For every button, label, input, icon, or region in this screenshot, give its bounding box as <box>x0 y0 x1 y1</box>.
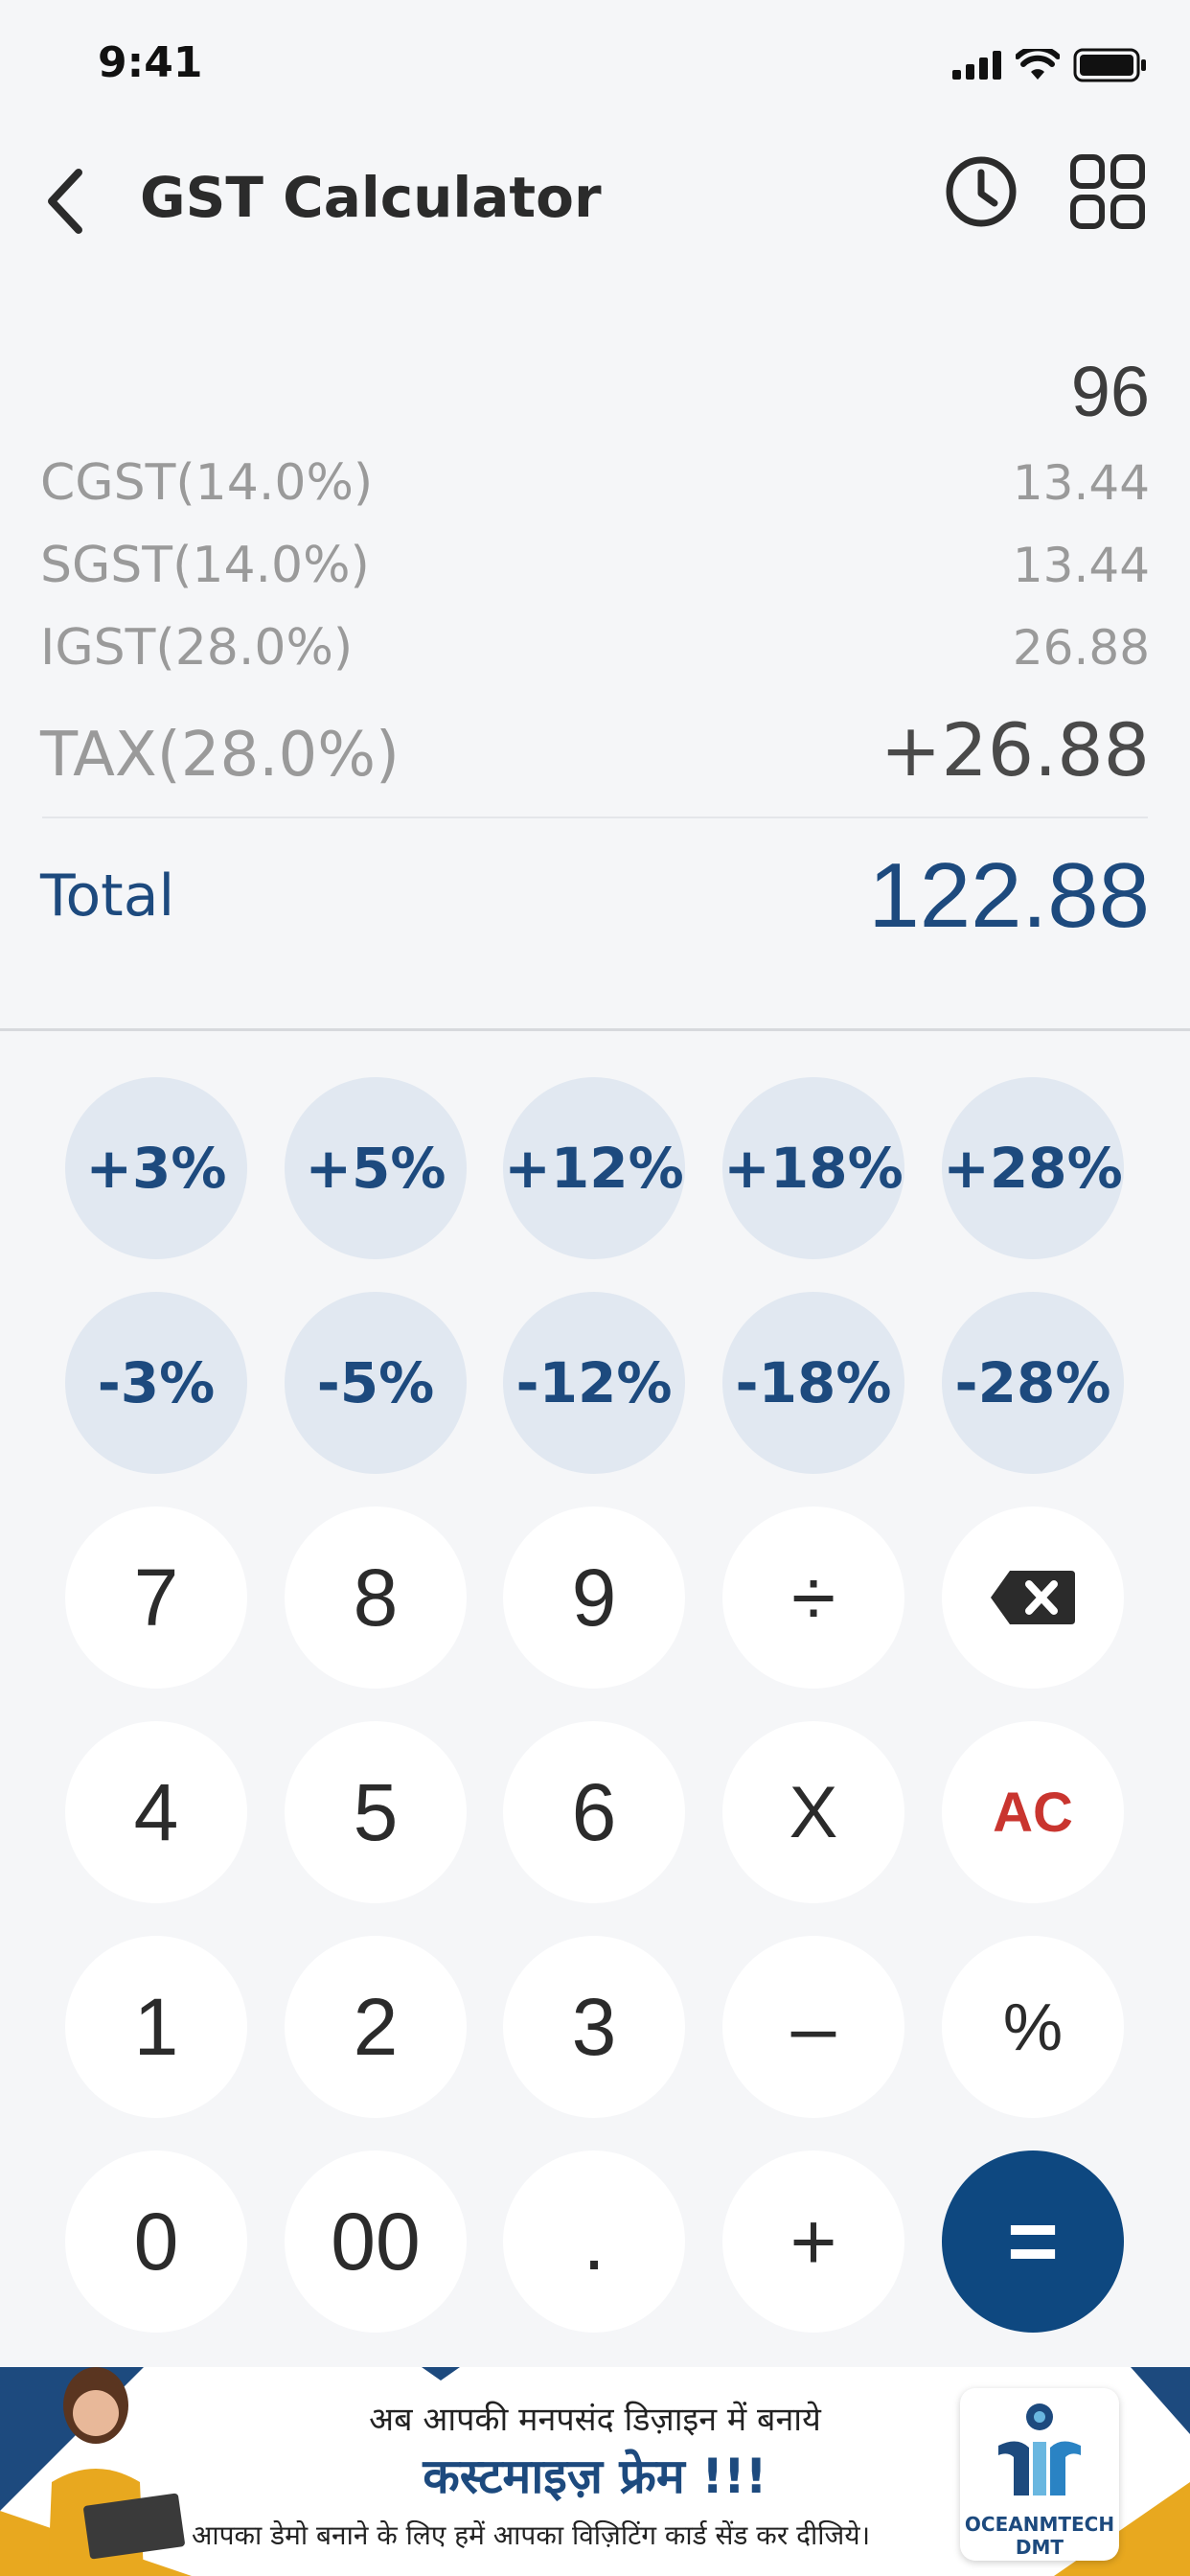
digit-9-button[interactable]: 9 <box>503 1506 685 1689</box>
cgst-label: CGST(14.0%) <box>40 454 374 512</box>
logo-text-line2: DMT <box>1015 2536 1064 2559</box>
total-value: 122.88 <box>868 844 1150 947</box>
divide-button[interactable]: ÷ <box>722 1506 904 1689</box>
add-3-percent-button[interactable]: +3% <box>65 1077 247 1259</box>
digit-3-button[interactable]: 3 <box>503 1936 685 2118</box>
cgst-row: CGST(14.0%) 13.44 <box>40 454 1150 512</box>
backspace-icon <box>991 1571 1075 1624</box>
double-zero-button[interactable]: 00 <box>285 2150 467 2333</box>
digit-5-button[interactable]: 5 <box>285 1721 467 1903</box>
history-clock-icon[interactable] <box>943 153 1019 230</box>
percent-button[interactable]: % <box>942 1936 1124 2118</box>
total-label: Total <box>40 862 175 930</box>
signal-icon <box>952 51 1001 80</box>
igst-row: IGST(28.0%) 26.88 <box>40 619 1150 677</box>
igst-label: IGST(28.0%) <box>40 619 354 677</box>
tax-value: +26.88 <box>880 707 1150 793</box>
multiply-button[interactable]: X <box>722 1721 904 1903</box>
status-icons <box>952 48 1148 82</box>
digit-6-button[interactable]: 6 <box>503 1721 685 1903</box>
sgst-label: SGST(14.0%) <box>40 537 370 594</box>
sub-18-percent-button[interactable]: -18% <box>722 1292 904 1474</box>
amount-display: 96 <box>1070 352 1150 431</box>
digit-8-button[interactable]: 8 <box>285 1506 467 1689</box>
wifi-icon <box>1016 49 1060 80</box>
sub-5-percent-button[interactable]: -5% <box>285 1292 467 1474</box>
status-time: 9:41 <box>98 38 203 87</box>
oceanmtech-logo-text: OCEANMTECH DMT <box>960 2513 1119 2559</box>
oceanmtech-logo-icon <box>998 2404 1081 2496</box>
sub-3-percent-button[interactable]: -3% <box>65 1292 247 1474</box>
digit-4-button[interactable]: 4 <box>65 1721 247 1903</box>
keypad-divider <box>0 1028 1190 1031</box>
logo-text-line1: OCEANMTECH <box>964 2513 1115 2536</box>
digit-7-button[interactable]: 7 <box>65 1506 247 1689</box>
back-chevron-icon[interactable] <box>38 161 96 242</box>
minus-button[interactable]: – <box>722 1936 904 2118</box>
igst-value: 26.88 <box>1012 620 1150 676</box>
add-5-percent-button[interactable]: +5% <box>285 1077 467 1259</box>
tax-row: TAX(28.0%) +26.88 <box>40 707 1150 793</box>
decimal-button[interactable]: . <box>503 2150 685 2333</box>
add-28-percent-button[interactable]: +28% <box>942 1077 1124 1259</box>
equals-button[interactable]: = <box>942 2150 1124 2333</box>
battery-icon <box>1073 48 1146 82</box>
grid-icon[interactable] <box>1069 153 1146 230</box>
banner-subtext: आपका डेमो बनाने के लिए हमें आपका विज़िटि… <box>192 2519 871 2551</box>
digit-2-button[interactable]: 2 <box>285 1936 467 2118</box>
digit-0-button[interactable]: 0 <box>65 2150 247 2333</box>
sgst-row: SGST(14.0%) 13.44 <box>40 537 1150 594</box>
sgst-value: 13.44 <box>1012 538 1150 593</box>
sub-28-percent-button[interactable]: -28% <box>942 1292 1124 1474</box>
plus-button[interactable]: + <box>722 2150 904 2333</box>
digit-1-button[interactable]: 1 <box>65 1936 247 2118</box>
cgst-value: 13.44 <box>1012 455 1150 511</box>
total-row: Total 122.88 <box>40 843 1150 949</box>
tax-label: TAX(28.0%) <box>40 720 400 791</box>
add-18-percent-button[interactable]: +18% <box>722 1077 904 1259</box>
backspace-button[interactable] <box>942 1506 1124 1689</box>
all-clear-button[interactable]: AC <box>942 1721 1124 1903</box>
divider <box>42 816 1148 818</box>
sub-12-percent-button[interactable]: -12% <box>503 1292 685 1474</box>
page-title: GST Calculator <box>140 165 602 230</box>
add-12-percent-button[interactable]: +12% <box>503 1077 685 1259</box>
